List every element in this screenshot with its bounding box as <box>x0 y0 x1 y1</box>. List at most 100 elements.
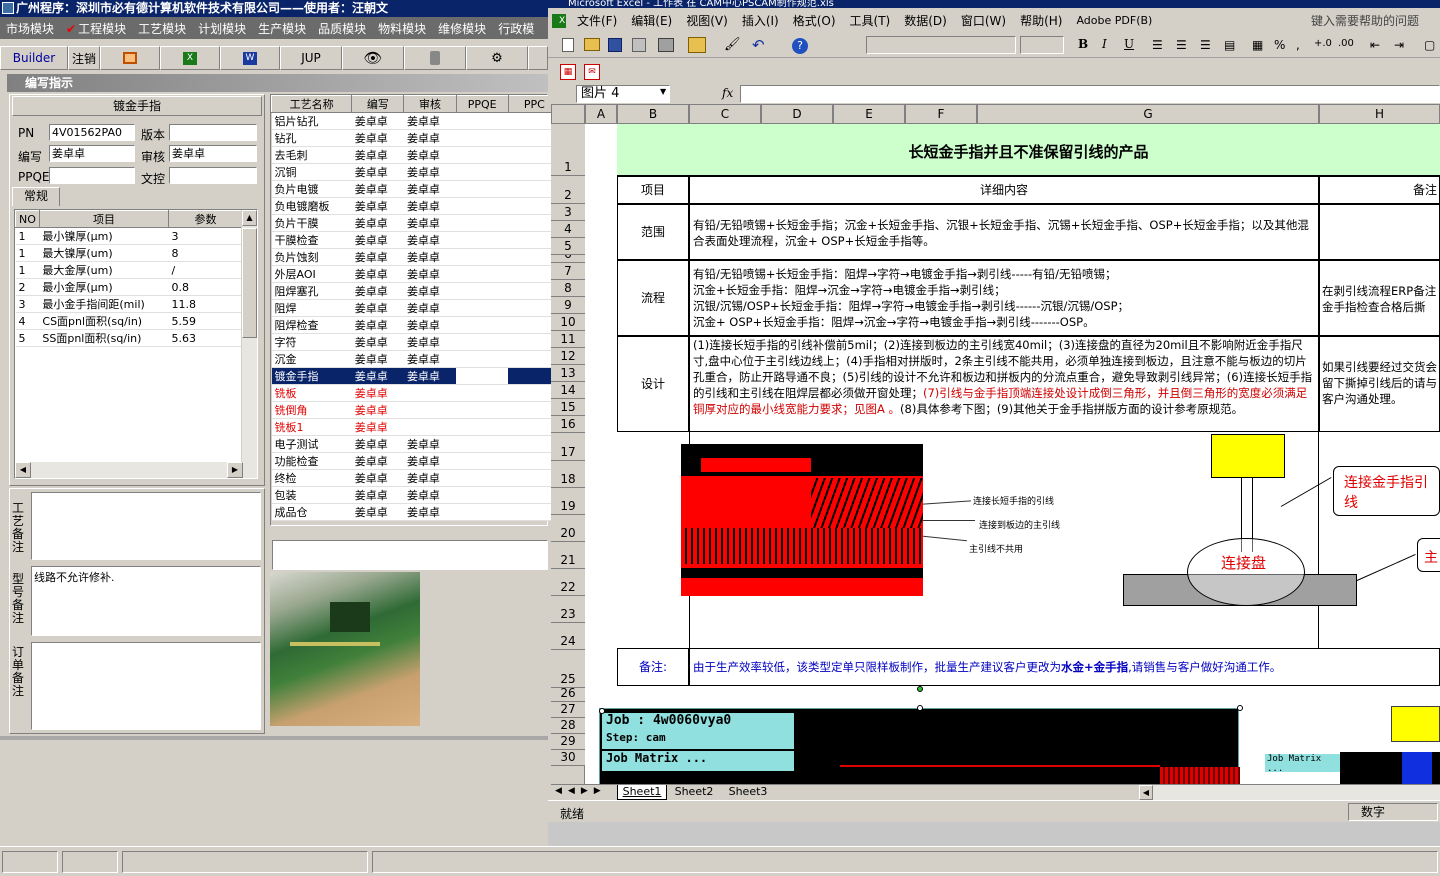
process-row[interactable]: 干膜检查 姜卓卓 姜卓卓 <box>271 231 561 249</box>
param-row[interactable]: 2 最小金厚(μm) 0.8 <box>15 278 243 296</box>
menu-admin[interactable]: 行政模 <box>492 20 540 37</box>
pn-field[interactable]: 4V01562PA0 <box>49 124 135 141</box>
bold-icon[interactable]: B <box>1078 37 1088 51</box>
param-row[interactable]: 4 CS面pnl面积(sq/in) 5.59 <box>15 312 243 330</box>
decrease-decimal-icon[interactable]: .00 <box>1338 38 1354 49</box>
cam-screenshot-image[interactable]: Job : 4w0060vya0 Step: cam Job Matrix ..… <box>599 708 1240 784</box>
row-header[interactable]: 20 <box>551 515 585 542</box>
scope-note-cell[interactable] <box>1319 204 1440 260</box>
excel-button[interactable]: X <box>160 46 220 70</box>
header-detail-cell[interactable]: 详细内容 <box>689 176 1319 204</box>
print-icon[interactable] <box>658 38 674 52</box>
sheet-tab-3[interactable]: Sheet3 <box>723 785 773 800</box>
param-row[interactable]: 1 最小镍厚(μm) 3 <box>15 227 243 245</box>
col-header-e[interactable]: E <box>833 104 905 124</box>
scroll-thumb[interactable] <box>242 228 257 338</box>
row-header[interactable]: 4 <box>551 221 585 238</box>
undo-icon[interactable]: ↶ <box>752 36 765 54</box>
process-row[interactable]: 镀金手指 姜卓卓 姜卓卓 <box>271 367 561 385</box>
pdf-email-icon[interactable]: ✉ <box>584 64 600 80</box>
process-row[interactable]: 沉金 姜卓卓 姜卓卓 <box>271 350 561 368</box>
param-hscroll[interactable]: ◀ ▶ <box>15 462 257 478</box>
process-row[interactable]: 钻孔 姜卓卓 姜卓卓 <box>271 129 561 147</box>
doc-field[interactable] <box>169 167 257 184</box>
process-row[interactable]: 阻焊检查 姜卓卓 姜卓卓 <box>271 316 561 334</box>
param-row[interactable]: 3 最小金手指间距(mil) 11.8 <box>15 295 243 313</box>
row-header[interactable]: 22 <box>551 569 585 596</box>
scroll-up-icon[interactable]: ▲ <box>242 210 257 226</box>
open-icon[interactable] <box>584 38 600 51</box>
sheet-hscroll[interactable] <box>1153 785 1440 800</box>
col-header-h[interactable]: H <box>1319 104 1440 124</box>
flow-note-cell[interactable]: 在剥引线流程ERP备注金手指检查合格后撕 <box>1319 260 1440 336</box>
process-row[interactable]: 铝片钻孔 姜卓卓 姜卓卓 <box>271 112 561 130</box>
row-header[interactable]: 24 <box>551 623 585 650</box>
process-header-writer[interactable]: 编写 <box>351 95 405 113</box>
menu-market[interactable]: 市场模块 <box>0 20 60 37</box>
scope-text-cell[interactable]: 有铅/无铅喷锡+长短金手指；沉金+长短金手指、沉银+长短金手指、沉锡+长短金手指… <box>689 204 1319 260</box>
param-vscroll[interactable]: ▲ <box>241 210 257 462</box>
param-row[interactable]: 1 最大金厚(um) / <box>15 261 243 279</box>
underline-icon[interactable]: U <box>1124 37 1134 51</box>
process-row[interactable]: 铣板 姜卓卓 <box>271 384 561 402</box>
builder-button[interactable]: Builder <box>0 46 68 70</box>
process-row[interactable]: 阻焊 姜卓卓 姜卓卓 <box>271 299 561 317</box>
menu-engineering[interactable]: ✔ 工程模块 <box>60 20 132 37</box>
menu-plan[interactable]: 计划模块 <box>192 20 252 37</box>
resize-handle-tl[interactable] <box>599 708 605 714</box>
sheet-tab-2[interactable]: Sheet2 <box>669 785 719 800</box>
row-header[interactable]: 14 <box>551 382 585 399</box>
process-row[interactable]: 负电镀磨板 姜卓卓 姜卓卓 <box>271 197 561 215</box>
design-text-cell[interactable]: (1)连接长短手指的引线补偿前5mil；(2)连接到板边的主引线宽40mil；(… <box>689 336 1319 432</box>
menu-help[interactable]: 帮助(H) <box>1013 12 1069 29</box>
jup-button[interactable]: JUP <box>280 46 342 70</box>
param-header-item[interactable]: 项目 <box>38 210 170 228</box>
row-header[interactable]: 29 <box>551 734 585 750</box>
row-header[interactable]: 23 <box>551 596 585 623</box>
menu-data[interactable]: 数据(D) <box>897 12 954 29</box>
process-row[interactable]: 字符 姜卓卓 姜卓卓 <box>271 333 561 351</box>
resize-handle-tr[interactable] <box>1237 705 1243 711</box>
param-header-value[interactable]: 参数 <box>168 210 243 228</box>
process-row[interactable]: 电子测试 姜卓卓 姜卓卓 <box>271 435 561 453</box>
flow-label-cell[interactable]: 流程 <box>617 260 689 336</box>
row-header[interactable]: 3 <box>551 204 585 221</box>
save-icon[interactable] <box>608 38 622 52</box>
audit-field[interactable]: 姜卓卓 <box>169 145 257 162</box>
menu-window[interactable]: 窗口(W) <box>954 12 1013 29</box>
menu-adobe-pdf[interactable]: Adobe PDF(B) <box>1069 14 1159 27</box>
col-header-d[interactable]: D <box>761 104 833 124</box>
comma-icon[interactable]: , <box>1296 38 1300 52</box>
help-search-input[interactable]: 键入需要帮助的问题 <box>1304 12 1426 29</box>
menu-maintenance[interactable]: 维修模块 <box>432 20 492 37</box>
process-row[interactable]: 铣倒角 姜卓卓 <box>271 401 561 419</box>
increase-decimal-icon[interactable]: +.0 <box>1314 38 1332 49</box>
hscroll-left-icon[interactable]: ◀ <box>1139 785 1153 800</box>
row-header[interactable]: 6 <box>551 255 585 263</box>
row-header[interactable]: 27 <box>551 702 585 718</box>
menu-format[interactable]: 格式(O) <box>786 12 843 29</box>
sheet-title-cell[interactable]: 长短金手指并且不准保留引线的产品 <box>617 124 1440 176</box>
settings-button[interactable]: ⚙ <box>466 46 528 70</box>
header-note-cell[interactable]: 备注 <box>1319 176 1440 204</box>
merge-center-icon[interactable]: ▤ <box>1224 38 1235 52</box>
process-row[interactable]: 阻焊塞孔 姜卓卓 姜卓卓 <box>271 282 561 300</box>
row-header[interactable]: 1 <box>551 124 585 176</box>
select-all-corner[interactable] <box>551 104 585 124</box>
row-header[interactable]: 26 <box>551 688 585 702</box>
menu-quality[interactable]: 品质模块 <box>312 20 372 37</box>
row-header[interactable]: 9 <box>551 297 585 314</box>
row-header[interactable]: 7 <box>551 263 585 280</box>
formula-input[interactable] <box>740 85 1440 103</box>
remark-text-cell[interactable]: 由于生产效率较低，该类型定单只限样板制作，批量生产建议客户更改为水金+金手指,请… <box>689 648 1440 686</box>
row-header[interactable]: 12 <box>551 348 585 365</box>
row-header[interactable]: 19 <box>551 488 585 515</box>
row-header[interactable]: 25 <box>551 650 585 688</box>
col-header-b[interactable]: B <box>617 104 689 124</box>
align-center-icon[interactable]: ☰ <box>1176 38 1187 52</box>
italic-icon[interactable]: I <box>1102 37 1107 51</box>
menu-tools[interactable]: 工具(T) <box>843 12 898 29</box>
ppqe-field[interactable] <box>49 167 135 184</box>
header-item-cell[interactable]: 项目 <box>617 176 689 204</box>
process-row[interactable]: 去毛刺 姜卓卓 姜卓卓 <box>271 146 561 164</box>
